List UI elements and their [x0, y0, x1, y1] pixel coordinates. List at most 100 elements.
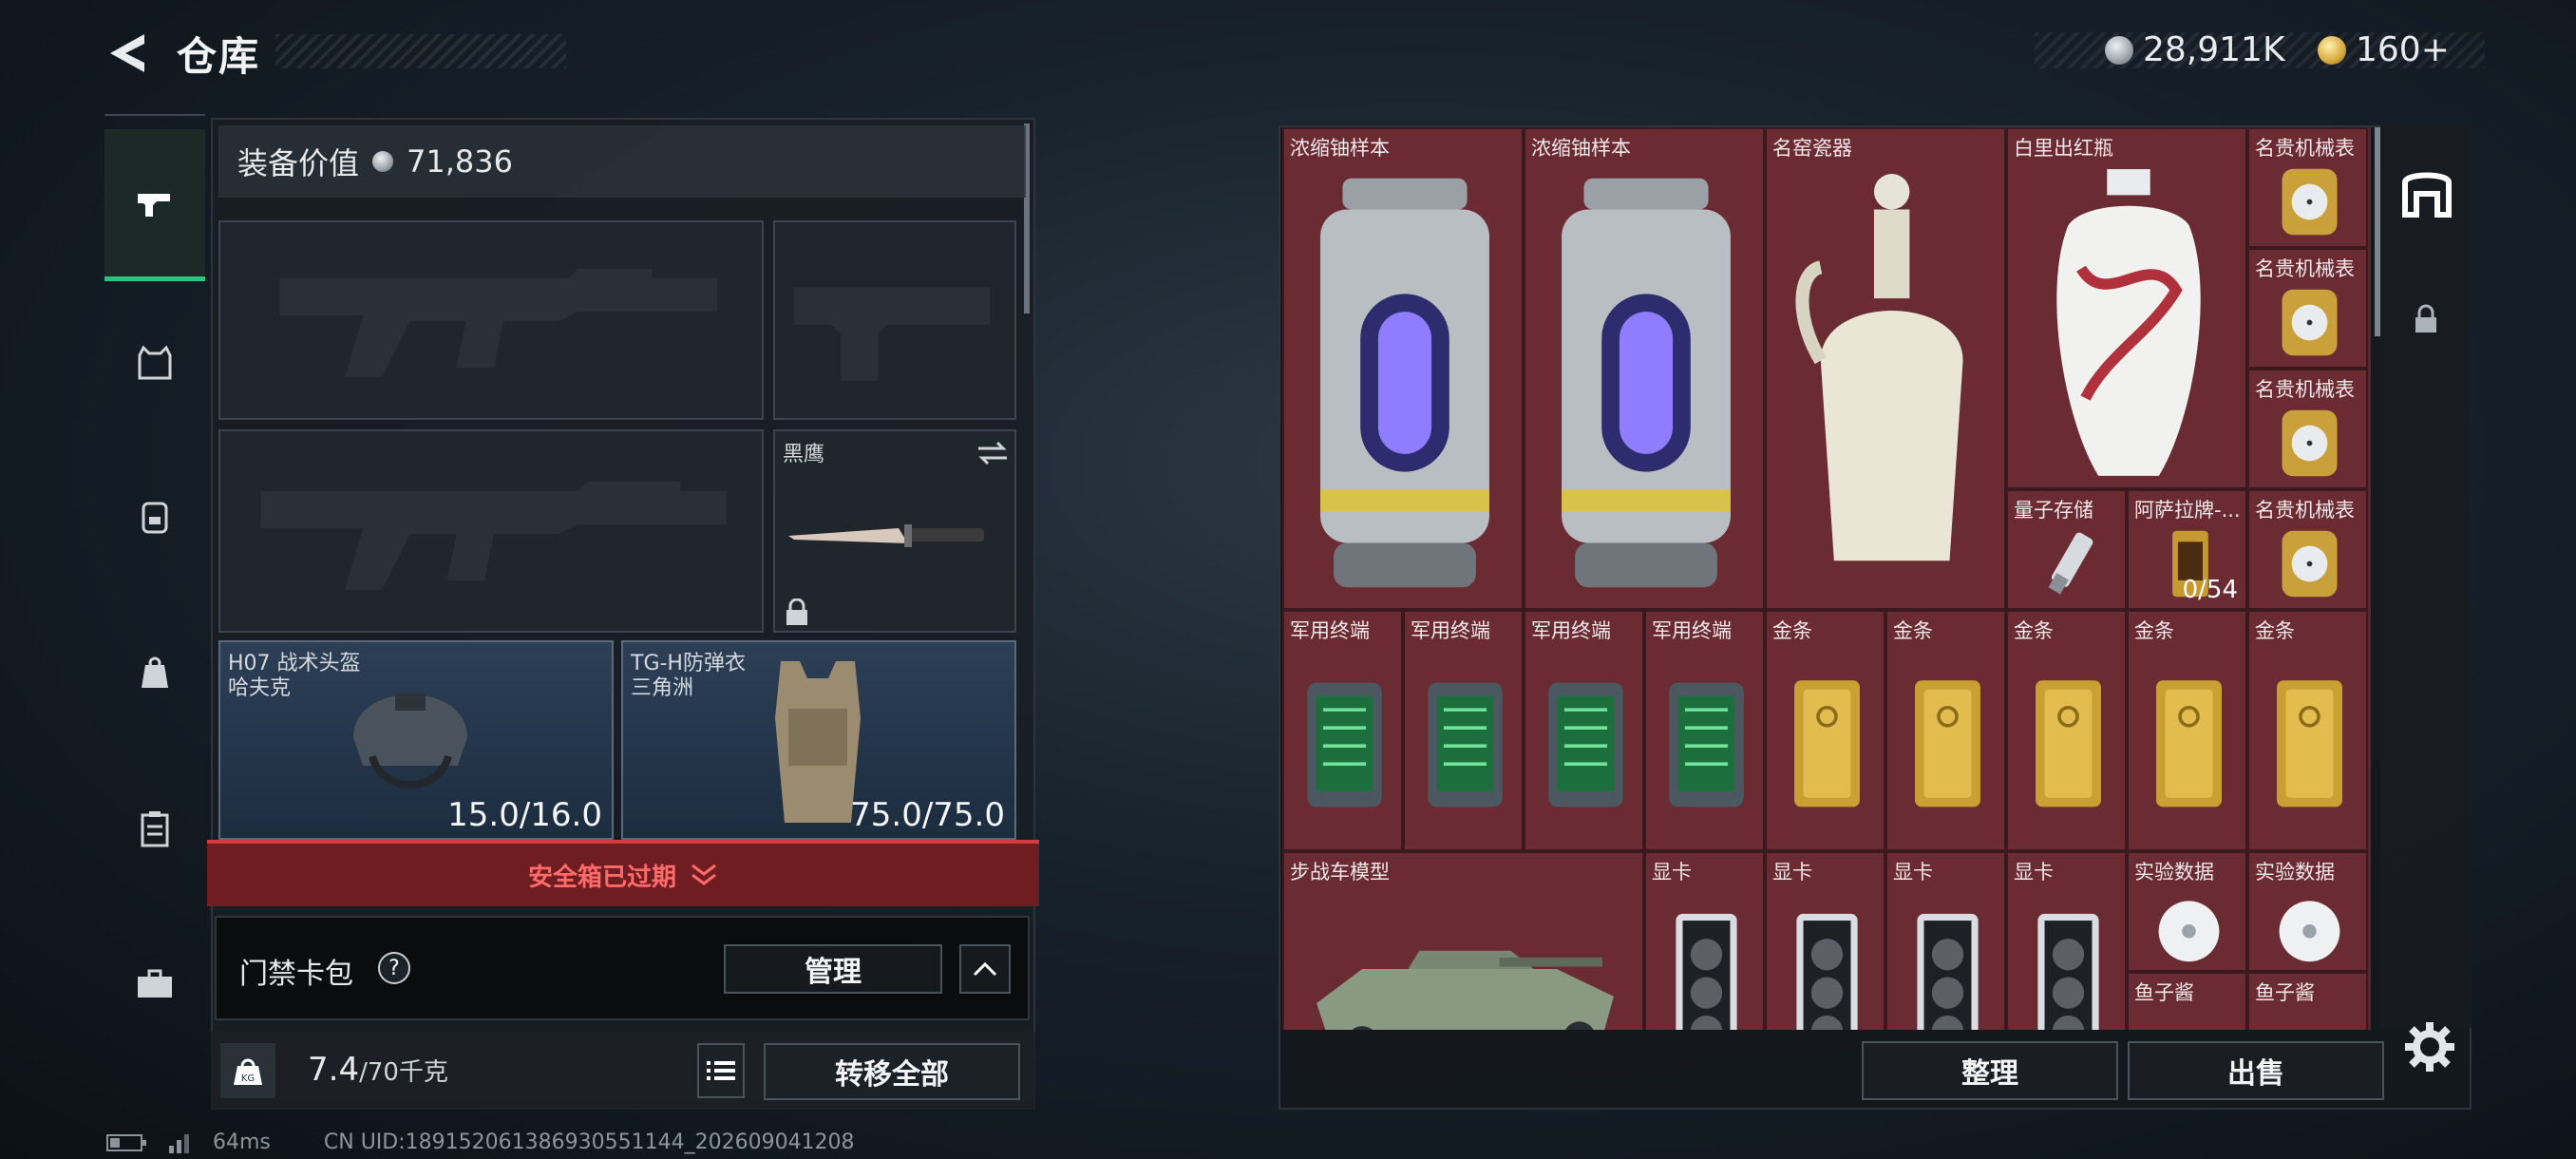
- pistol-icon: [138, 193, 170, 217]
- primary-weapon-slot[interactable]: [218, 220, 764, 420]
- stash-item-watch[interactable]: 名贵机械表: [2247, 248, 2368, 369]
- stash-item-label: 显卡: [1893, 861, 1933, 884]
- stash-tab-button[interactable]: [2399, 163, 2454, 218]
- stash-item-gold[interactable]: 金条: [2247, 610, 2368, 851]
- stash-item-gpu[interactable]: 显卡: [2006, 851, 2127, 1030]
- locked-tab-button[interactable]: [2413, 304, 2439, 334]
- stash-item-count: 0/54: [2182, 576, 2238, 604]
- stash-item-image: [2249, 399, 2370, 487]
- rail-bag[interactable]: [104, 625, 205, 720]
- silver-currency[interactable]: 28,911K: [2105, 30, 2285, 69]
- helmet-slot[interactable]: H07 战术头盔 哈夫克 15.0/16.0: [218, 640, 614, 840]
- sort-button[interactable]: 整理: [1862, 1041, 2118, 1100]
- stash-item-image: [2249, 158, 2370, 246]
- stash-item-watch[interactable]: 名贵机械表: [2247, 127, 2368, 248]
- stash-item-gpu[interactable]: 显卡: [1885, 851, 2006, 1030]
- melee-slot[interactable]: 黑鹰: [773, 429, 1016, 633]
- stash-item-label: 金条: [1772, 619, 1812, 642]
- stash-item-label: 金条: [1893, 619, 1933, 642]
- backpack-icon: [142, 502, 168, 534]
- stash-item-uranium[interactable]: 浓缩铀样本: [1524, 127, 1765, 610]
- settings-button[interactable]: [2403, 1020, 2456, 1074]
- vest-icon: [138, 345, 172, 380]
- list-view-button[interactable]: [697, 1043, 745, 1098]
- stash-item-card[interactable]: 阿萨拉牌-... 0/54: [2127, 489, 2247, 610]
- silver-coin-icon: [2105, 35, 2133, 65]
- stash-item-label: 军用终端: [1652, 619, 1732, 642]
- graphics-card-icon: [2037, 913, 2099, 1030]
- stash-item-image: [1887, 640, 2008, 849]
- stash-item-image: [1646, 640, 1767, 849]
- military-terminal-icon: [1428, 682, 1503, 808]
- armor-slot[interactable]: TG-H防弹衣 三角洲 75.0/75.0: [621, 640, 1016, 840]
- stash-item-image: [2008, 158, 2249, 487]
- stash-item-watch[interactable]: 名贵机械表: [2247, 369, 2368, 489]
- expand-card-bag-button[interactable]: [959, 944, 1011, 994]
- gold-currency[interactable]: 160+: [2318, 30, 2450, 69]
- stash-item-caviar[interactable]: 鱼子酱: [2247, 972, 2368, 1030]
- red-vase-icon: [2056, 169, 2201, 476]
- title-decoration: [275, 34, 566, 68]
- stash-item-gold[interactable]: 金条: [1765, 610, 1885, 851]
- equipment-value-bar: 装备价值 71,836: [218, 125, 1026, 198]
- military-terminal-icon: [1669, 682, 1744, 808]
- manage-button[interactable]: 管理: [724, 944, 942, 994]
- stash-item-watch[interactable]: 名贵机械表: [2247, 489, 2368, 610]
- military-terminal-icon: [1548, 682, 1623, 808]
- data-disc-icon: [2279, 901, 2340, 962]
- stash-item-terminal[interactable]: 军用终端: [1403, 610, 1524, 851]
- stash-item-image: [1767, 882, 1887, 1030]
- safe-box-expired-bar[interactable]: 安全箱已过期: [207, 840, 1039, 906]
- pistol-silhouette-icon: [794, 287, 991, 381]
- battery-icon: [106, 1133, 146, 1151]
- equipment-value-label: 装备价值: [237, 145, 360, 181]
- left-rail: [104, 114, 205, 1083]
- porcelain-vase-icon: [1795, 174, 1963, 561]
- stash-item-caviar[interactable]: 鱼子酱: [2127, 972, 2247, 1030]
- weight-display: 7.4 /70千克: [308, 1051, 448, 1089]
- stash-item-vase-red[interactable]: 白里出红瓶: [2006, 127, 2247, 489]
- stash-item-gpu[interactable]: 显卡: [1644, 851, 1765, 1030]
- stash-item-terminal[interactable]: 军用终端: [1644, 610, 1765, 851]
- stash-item-disc[interactable]: 实验数据: [2247, 851, 2368, 972]
- stash-item-label: 实验数据: [2255, 861, 2335, 884]
- rail-backpack[interactable]: [104, 469, 205, 564]
- back-button[interactable]: [103, 27, 156, 80]
- rail-clipboard[interactable]: [104, 781, 205, 876]
- caviar-tin-icon: [2259, 1005, 2360, 1030]
- stash-item-tank[interactable]: 步战车模型: [1282, 851, 1644, 1030]
- stash-icon: [2402, 172, 2452, 218]
- stash-item-gold[interactable]: 金条: [2127, 610, 2247, 851]
- rail-weapons[interactable]: [104, 129, 205, 281]
- sell-button[interactable]: 出售: [2128, 1041, 2384, 1100]
- stash-item-image: [2249, 640, 2370, 849]
- help-icon[interactable]: ?: [378, 952, 410, 984]
- knife-icon: [788, 524, 984, 547]
- transfer-all-button[interactable]: 转移全部: [764, 1043, 1020, 1100]
- caviar-tin-icon: [2138, 1005, 2240, 1030]
- stash-item-label: 显卡: [2014, 861, 2054, 884]
- stash-item-disc[interactable]: 实验数据: [2127, 851, 2247, 972]
- usb-drive-icon: [2048, 532, 2093, 595]
- stash-item-gold[interactable]: 金条: [1885, 610, 2006, 851]
- stash-item-image: [1887, 882, 2008, 1030]
- stash-item-label: 显卡: [1772, 861, 1812, 884]
- stash-item-terminal[interactable]: 军用终端: [1282, 610, 1403, 851]
- stash-item-usb[interactable]: 量子存储: [2006, 489, 2127, 610]
- stash-item-gold[interactable]: 金条: [2006, 610, 2127, 851]
- rail-toolbox[interactable]: [104, 937, 205, 1032]
- stash-item-vase-white[interactable]: 名窑瓷器: [1765, 127, 2006, 610]
- pistol-slot[interactable]: [773, 220, 1016, 420]
- gold-coin-icon: [2318, 35, 2346, 65]
- rail-vest[interactable]: [104, 315, 205, 410]
- stash-grid: 浓缩铀样本 浓缩铀样本 名窑瓷器 白里出红瓶 名贵机械表 名贵机械表 名贵机械表…: [1282, 127, 2371, 1030]
- silver-amount: 28,911K: [2143, 30, 2285, 69]
- stash-item-uranium[interactable]: 浓缩铀样本: [1282, 127, 1524, 610]
- right-rail: [2380, 125, 2472, 1028]
- swap-icon[interactable]: [976, 439, 1009, 467]
- stash-item-image: [1767, 640, 1887, 849]
- stash-item-label: 显卡: [1652, 861, 1692, 884]
- stash-item-terminal[interactable]: 军用终端: [1524, 610, 1644, 851]
- stash-item-gpu[interactable]: 显卡: [1765, 851, 1885, 1030]
- secondary-weapon-slot[interactable]: [218, 429, 764, 633]
